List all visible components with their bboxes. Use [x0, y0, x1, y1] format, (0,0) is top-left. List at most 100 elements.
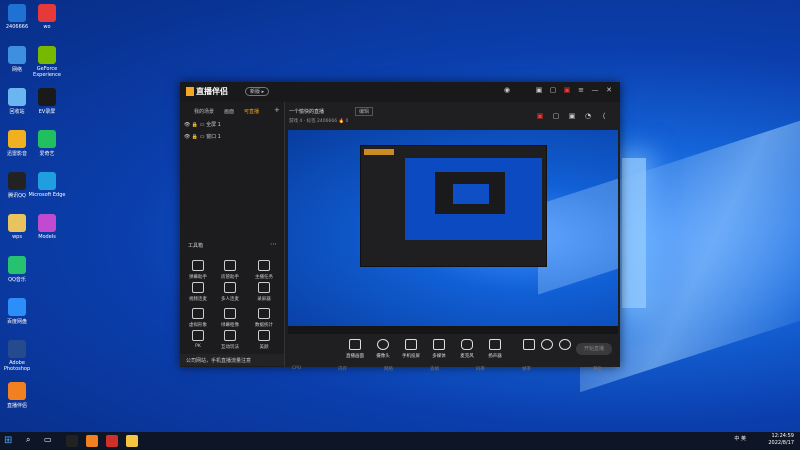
- desktop-icon-label: EV录屏: [38, 109, 56, 115]
- tool-2[interactable]: 主播任务: [250, 260, 278, 280]
- share-screen-icon[interactable]: ▢: [551, 112, 561, 122]
- preview-toolbar: [288, 326, 618, 334]
- app-brand: 直播伴侣: [186, 86, 228, 97]
- phone-cast-button[interactable]: 手机投屏: [398, 339, 424, 359]
- app-icon: [8, 4, 26, 22]
- desktop-icon[interactable]: 百度网盘: [0, 298, 36, 325]
- camera-button[interactable]: 摄像头: [370, 339, 396, 359]
- desktop-icon[interactable]: GeForce Experience: [28, 46, 66, 78]
- desktop-icon-label: Models: [38, 234, 56, 240]
- desktop-icon-label: GeForce Experience: [33, 66, 61, 78]
- app-icon: [8, 130, 26, 148]
- taskbar-live-app-icon[interactable]: [86, 435, 98, 447]
- tray-ime[interactable]: 中 英: [734, 436, 746, 443]
- tool-1[interactable]: 房管助手: [216, 260, 244, 280]
- app-icon: [8, 214, 26, 232]
- tool-6[interactable]: 虚拟形象: [184, 308, 212, 328]
- settings-icon[interactable]: ▣: [567, 112, 577, 122]
- desktop-icon-label: QQ音乐: [8, 277, 26, 283]
- app-icon: [8, 88, 26, 106]
- tool-3[interactable]: 视频连麦: [184, 282, 212, 302]
- close-icon[interactable]: ✕: [604, 86, 614, 96]
- notify-icon[interactable]: ▣: [562, 86, 572, 96]
- bell-icon[interactable]: ◔: [583, 112, 593, 122]
- live-streaming-app-window: 直播伴侣 新版 ▸ ◉ ▣ ▢ ▣ ≡ — ✕ 我的场景 画面 可直播 + 👁 …: [180, 82, 620, 372]
- menu-icon[interactable]: ≡: [576, 86, 586, 96]
- share-icon[interactable]: ⟨: [599, 112, 609, 122]
- tab-live[interactable]: 可直播: [244, 108, 259, 115]
- app-icon: [8, 382, 26, 400]
- taskbar-app-1-icon[interactable]: [66, 435, 78, 447]
- app-icon: [8, 298, 26, 316]
- microphone-button[interactable]: 麦克风: [454, 339, 480, 359]
- version-badge[interactable]: 新版 ▸: [245, 87, 270, 96]
- taskbar: ⊞ ⌕ ▭ 中 英 12:24:59 2022/8/17: [0, 432, 800, 450]
- status-bar: CPU 内存 网络 丢帧 码率 帧率 开启: [292, 366, 602, 372]
- brand-logo-icon: [186, 87, 194, 96]
- app-titlebar: 直播伴侣 新版 ▸ ◉ ▣ ▢ ▣ ≡ — ✕: [180, 82, 620, 102]
- tool-7[interactable]: 绿幕抠像: [216, 308, 244, 328]
- wallpaper-windows-logo: [622, 158, 646, 308]
- screen-capture-button[interactable]: 直播画面: [342, 339, 368, 359]
- app-icon: [38, 4, 56, 22]
- gear-icon[interactable]: [552, 339, 578, 353]
- gift-icon[interactable]: ▣: [534, 86, 544, 96]
- media-button[interactable]: 多媒体: [426, 339, 452, 359]
- tool-8[interactable]: 数据统计: [250, 308, 278, 328]
- source-item-2[interactable]: 👁 🔒 ▭ 窗口 1: [184, 133, 221, 140]
- tray-date: 2022/8/17: [768, 440, 794, 446]
- tool-5[interactable]: 录屏器: [250, 282, 278, 302]
- notice-text: 公司网站，手机直播流量注意: [186, 358, 252, 364]
- desktop-icon[interactable]: QQ音乐: [0, 256, 36, 283]
- left-panel: 我的场景 画面 可直播 + 👁 🔒 ▭ 全屏 1 👁 🔒 ▭ 窗口 1 工具箱 …: [180, 102, 285, 367]
- tool-10[interactable]: 互动玩法: [216, 330, 244, 350]
- task-view-icon[interactable]: ▭: [44, 435, 56, 447]
- stream-title[interactable]: 一个愉快的直播: [289, 108, 324, 115]
- desktop-icon[interactable]: Models: [28, 214, 66, 240]
- desktop-icon-label: 百度网盘: [6, 319, 27, 325]
- desktop-icon[interactable]: 爱奇艺: [28, 130, 66, 157]
- search-icon[interactable]: ⌕: [26, 435, 38, 447]
- tab-scene[interactable]: 我的场景: [194, 108, 214, 115]
- nested-preview-window: [360, 145, 547, 267]
- desktop-icon-label: wo: [43, 24, 51, 30]
- desktop-icon[interactable]: Adobe Photoshop: [0, 340, 36, 372]
- desktop-icon[interactable]: wo: [28, 4, 66, 30]
- avatar-icon[interactable]: ◉: [502, 86, 512, 96]
- tool-9[interactable]: PK: [184, 330, 212, 349]
- tray-time: 12:24:59: [771, 433, 794, 439]
- main-area: 一个愉快的直播 编辑 游戏 4 · 标签 2406666 🔥 0 ▣ ▢ ▣ ◔…: [285, 102, 620, 372]
- notice-bar[interactable]: 公司网站，手机直播流量注意: [180, 354, 284, 366]
- app-icon: [38, 130, 56, 148]
- tool-0[interactable]: 弹幕助手: [184, 260, 212, 280]
- gift-panel-icon[interactable]: ▣: [535, 112, 545, 122]
- desktop-icon-label: 爱奇艺: [39, 151, 55, 157]
- edit-title-button[interactable]: 编辑: [355, 107, 374, 116]
- tab-screen[interactable]: 画面: [224, 108, 234, 115]
- app-icon: [38, 172, 56, 190]
- minimize-icon[interactable]: —: [590, 86, 600, 96]
- start-button[interactable]: ⊞: [4, 435, 16, 447]
- app-icon: [8, 46, 26, 64]
- message-icon[interactable]: ▢: [548, 86, 558, 96]
- stream-tags: 游戏 4 · 标签 2406666 🔥 0: [289, 119, 349, 124]
- desktop-icon[interactable]: Microsoft Edge: [28, 172, 66, 198]
- add-scene-icon[interactable]: +: [274, 106, 280, 114]
- desktop-icon[interactable]: 直播伴侣: [0, 382, 36, 409]
- toolbox-more-icon[interactable]: ⋯: [270, 240, 277, 248]
- app-icon: [38, 88, 56, 106]
- go-live-button[interactable]: 开始直播: [576, 343, 612, 355]
- file-explorer-icon[interactable]: [126, 435, 138, 447]
- tool-11[interactable]: 美颜: [250, 330, 278, 350]
- taskbar-app-3-icon[interactable]: [106, 435, 118, 447]
- brand-text: 直播伴侣: [196, 87, 228, 96]
- desktop-icon[interactable]: EV录屏: [28, 88, 66, 115]
- source-item-1[interactable]: 👁 🔒 ▭ 全屏 1: [184, 121, 221, 128]
- tool-4[interactable]: 多人连麦: [216, 282, 244, 302]
- app-icon: [8, 256, 26, 274]
- desktop-icon-label: Microsoft Edge: [28, 192, 66, 198]
- preview-canvas[interactable]: [288, 130, 618, 326]
- bottom-toolbar: 直播画面 摄像头 手机投屏 多媒体 麦克风 扬声器 开始直播: [288, 336, 618, 366]
- speaker-button[interactable]: 扬声器: [482, 339, 508, 359]
- system-tray[interactable]: 中 英 12:24:59 2022/8/17: [734, 433, 794, 447]
